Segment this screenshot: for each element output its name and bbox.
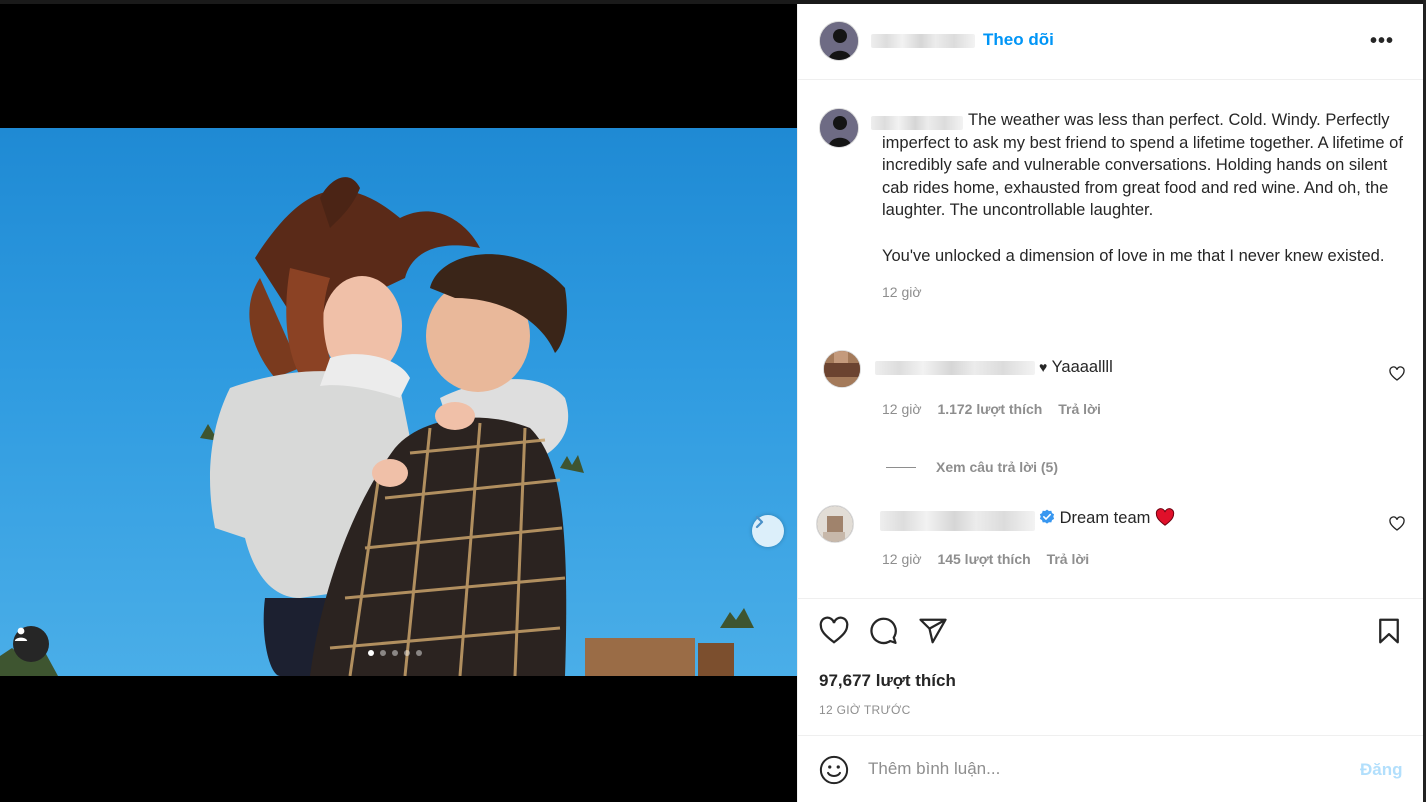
comment-text-1: ♥ Yaaaallll	[1039, 358, 1113, 376]
follow-button[interactable]: Theo dõi	[983, 30, 1054, 50]
replies-divider	[886, 466, 916, 468]
post-caption: The weather was less than perfect. Cold.…	[882, 109, 1412, 304]
chevron-right-icon	[755, 515, 764, 529]
emoji-icon[interactable]	[819, 755, 849, 785]
post-photo[interactable]	[0, 128, 797, 676]
add-comment-bar: Đăng	[798, 735, 1424, 802]
red-heart-icon	[1155, 508, 1175, 526]
caption-avatar[interactable]	[819, 108, 859, 148]
like-comment-heart-icon[interactable]	[1389, 516, 1405, 532]
comment-text-2: Dream team	[1039, 508, 1175, 528]
bookmark-icon[interactable]	[1374, 616, 1404, 646]
comment-avatar[interactable]	[823, 350, 861, 388]
carousel-dot	[404, 650, 410, 656]
heart-icon[interactable]	[819, 616, 849, 646]
avatar-image	[817, 506, 853, 542]
caption-time: 12 giờ	[882, 284, 922, 301]
post-side-panel: Theo dõi ••• The weather was less than p…	[797, 4, 1424, 802]
reply-button[interactable]: Trả lời	[1047, 551, 1090, 567]
like-comment-heart-icon[interactable]	[1389, 366, 1405, 382]
more-options-button[interactable]: •••	[1370, 30, 1394, 53]
user-tag-icon	[14, 627, 28, 641]
photo-illustration	[0, 177, 754, 676]
comment-icon[interactable]	[868, 616, 898, 646]
comment-username-redacted[interactable]	[880, 511, 1035, 531]
carousel-dot	[380, 650, 386, 656]
carousel-dot	[368, 650, 374, 656]
comment-time: 12 giờ	[882, 551, 922, 567]
avatar-image	[824, 351, 860, 387]
post-actions: 97,677 lượt thích 12 GIỜ TRƯỚC	[798, 598, 1424, 738]
black-heart-icon: ♥	[1039, 359, 1048, 375]
user-tags-button[interactable]	[13, 626, 49, 662]
comment-meta-2: 12 giờ 145 lượt thích Trả lời	[882, 551, 1089, 567]
comment-likes[interactable]: 145 lượt thích	[937, 551, 1030, 567]
comment-likes[interactable]: 1.172 lượt thích	[937, 401, 1042, 417]
view-replies-button[interactable]: Xem câu trả lời (5)	[886, 459, 1058, 475]
carousel-indicator	[368, 650, 422, 656]
carousel-dot	[392, 650, 398, 656]
post-comment-button[interactable]: Đăng	[1360, 760, 1403, 780]
caption-paragraph-2: You've unlocked a dimension of love in m…	[882, 246, 1385, 265]
carousel-dot	[416, 650, 422, 656]
comment-time: 12 giờ	[882, 401, 922, 417]
comment-avatar[interactable]	[816, 505, 854, 543]
comment-meta-1: 12 giờ 1.172 lượt thích Trả lời	[882, 401, 1101, 417]
post-likes-count[interactable]: 97,677 lượt thích	[819, 671, 956, 691]
reply-button[interactable]: Trả lời	[1058, 401, 1101, 417]
avatar-image	[820, 22, 858, 60]
post-media	[0, 0, 797, 802]
verified-icon	[1039, 509, 1055, 524]
avatar[interactable]	[819, 21, 859, 61]
share-icon[interactable]	[918, 616, 948, 646]
caption-paragraph-1: The weather was less than perfect. Cold.…	[882, 111, 1403, 220]
comment-input[interactable]	[868, 755, 1328, 783]
username-redacted[interactable]	[871, 34, 975, 48]
comment-username-redacted[interactable]	[875, 361, 1035, 375]
next-image-button[interactable]	[752, 515, 784, 547]
avatar-image	[820, 109, 858, 147]
post-header: Theo dõi •••	[798, 4, 1424, 80]
post-time-ago[interactable]: 12 GIỜ TRƯỚC	[819, 703, 911, 717]
